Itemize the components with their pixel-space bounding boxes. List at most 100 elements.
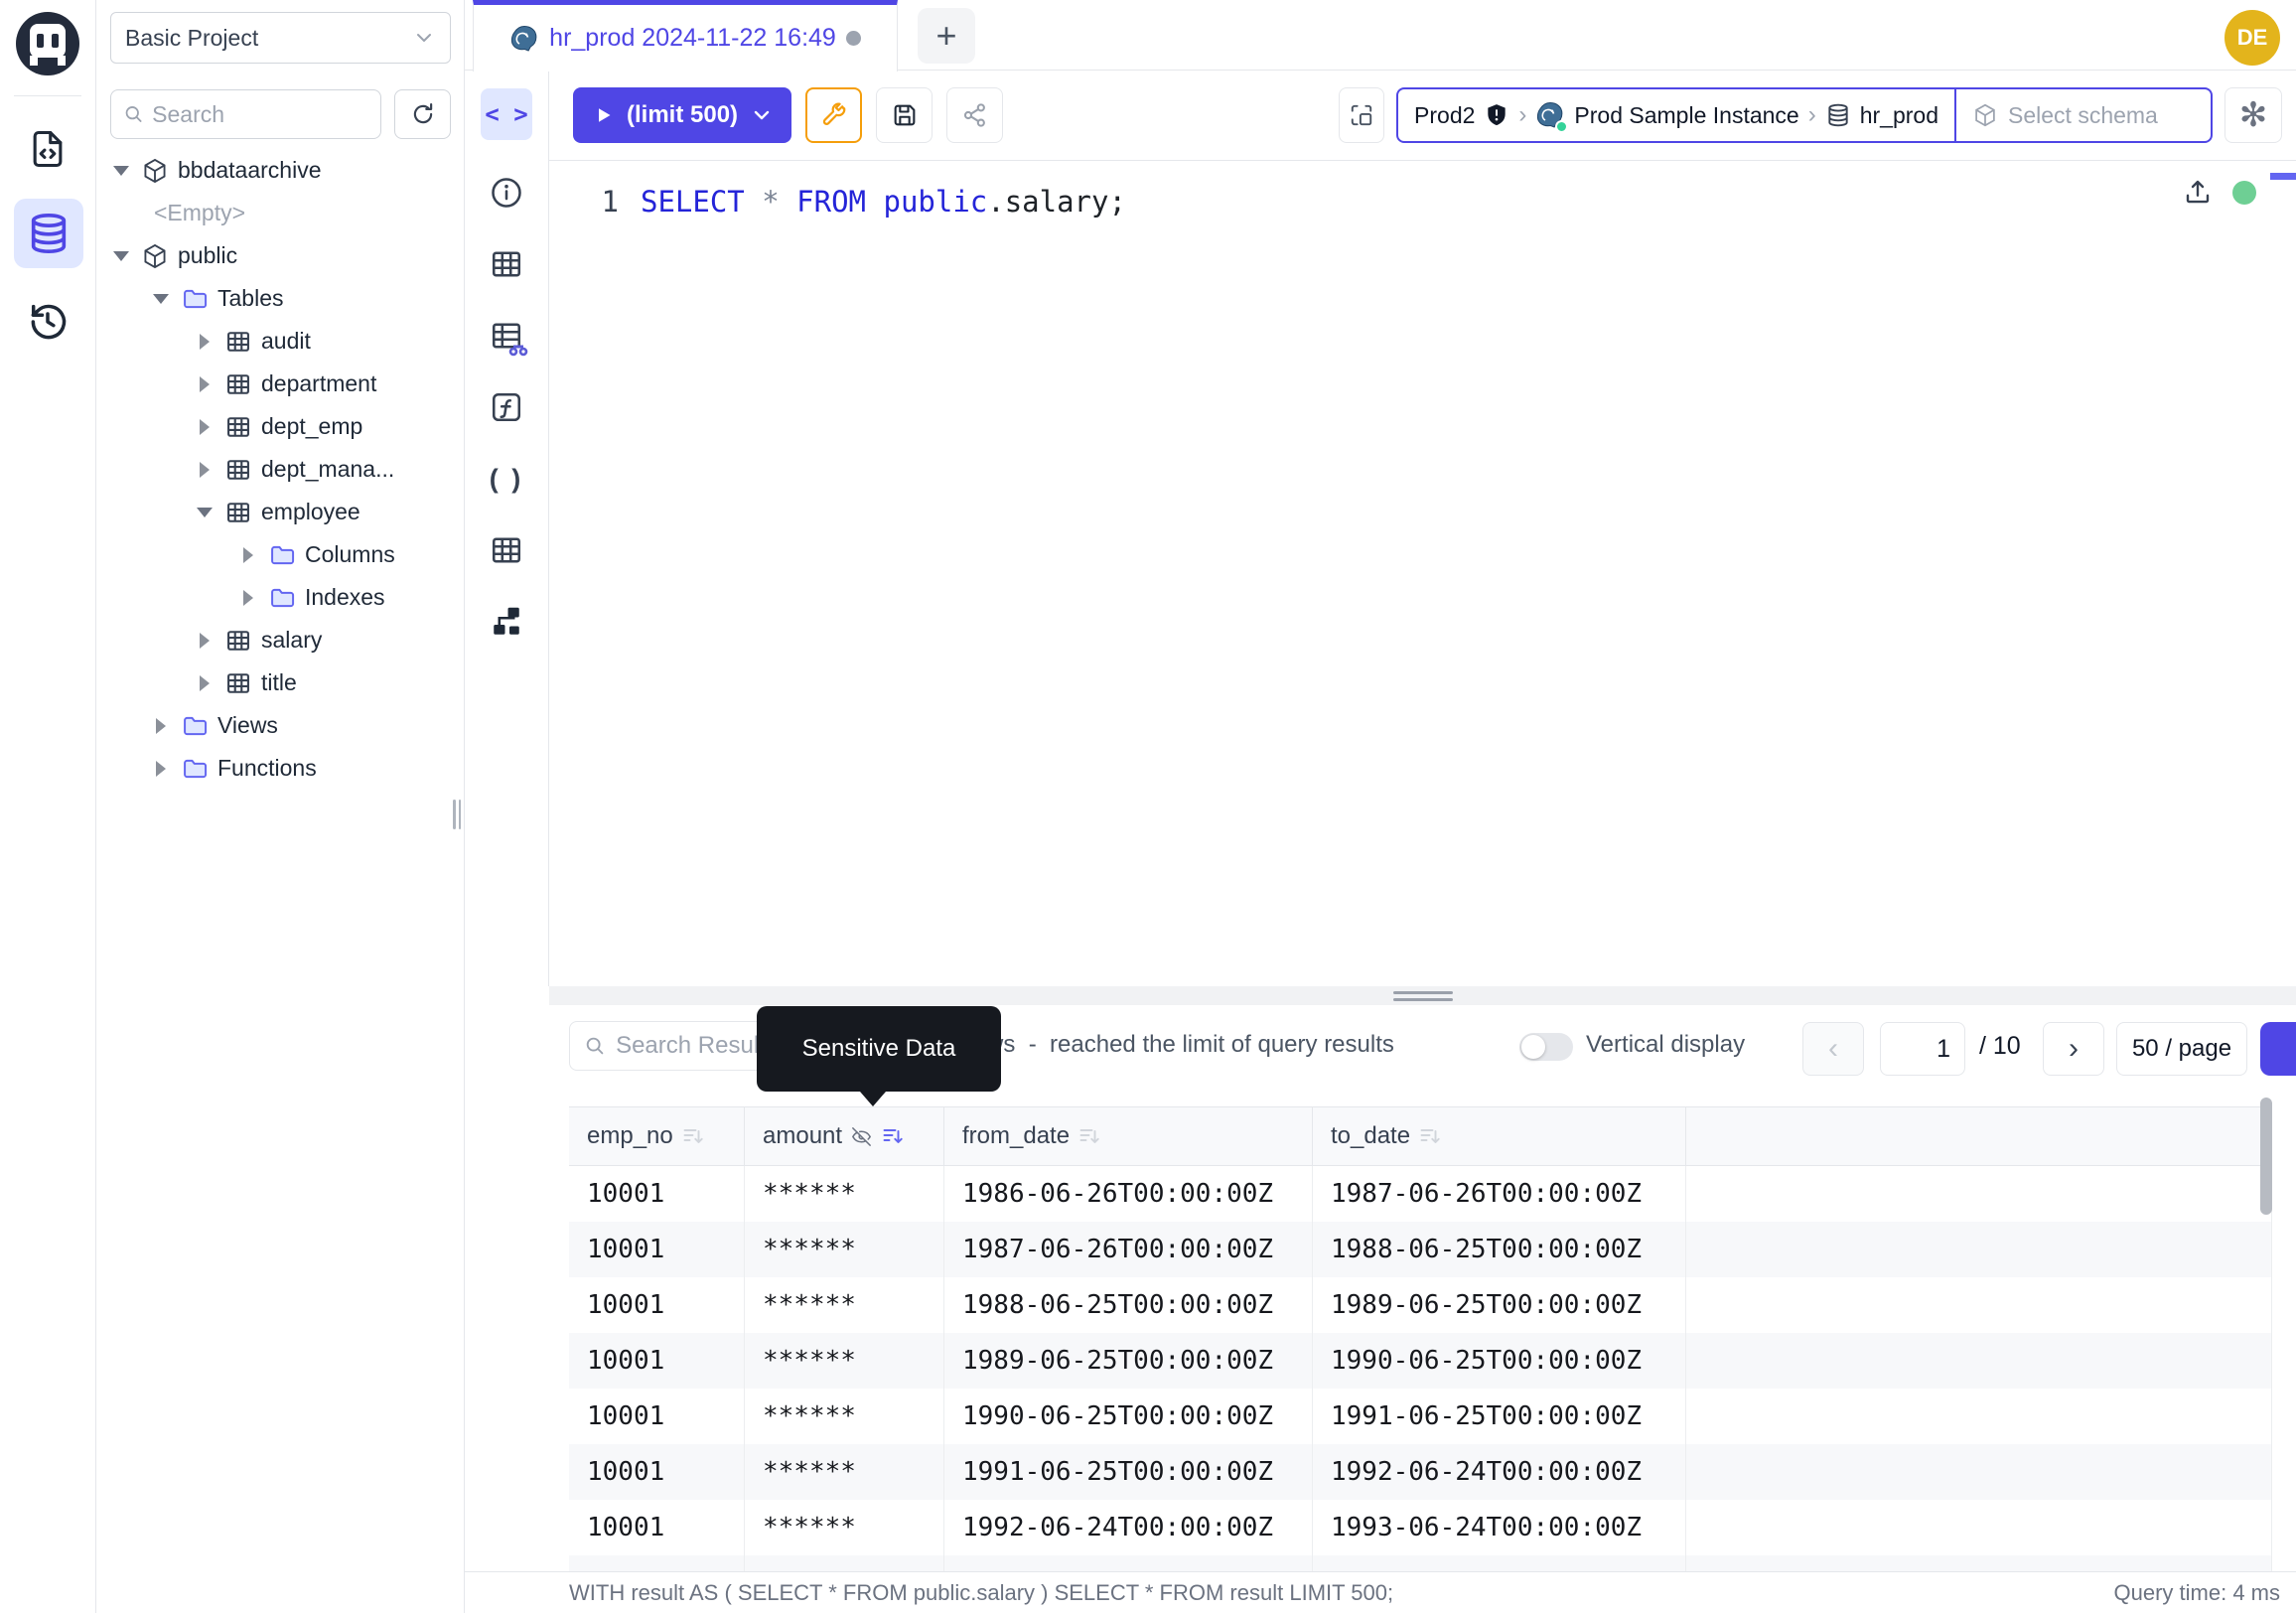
table-cell[interactable]: 1989-06-25T00:00:00Z (1313, 1277, 1686, 1333)
tree-item-views[interactable]: Views (96, 704, 464, 747)
table-cell-masked[interactable]: ****** (745, 1166, 944, 1222)
table-row[interactable]: 10001 ****** 1992-06-24T00:00:00Z 1993-0… (569, 1500, 2272, 1555)
tree-item-dept-emp[interactable]: dept_emp (96, 405, 464, 448)
sort-icon[interactable] (1077, 1124, 1101, 1148)
panel-resize-divider[interactable] (549, 986, 2296, 1005)
tree-item-title[interactable]: title (96, 661, 464, 704)
worksheet-icon[interactable] (24, 125, 72, 173)
caret-right-icon[interactable] (194, 416, 215, 438)
database-nav-active[interactable] (14, 199, 83, 268)
tree-item-department[interactable]: department (96, 363, 464, 405)
table-cell-masked[interactable]: ****** (745, 1500, 944, 1555)
table-row[interactable]: 10001 ****** 1993-06-24T00:00:00Z 1994-0… (569, 1555, 2272, 1571)
column-header-to-date[interactable]: to_date (1313, 1107, 1686, 1165)
vertical-display-toggle[interactable] (1519, 1033, 1573, 1061)
schema-diagram-panel-tab[interactable] (488, 603, 525, 641)
table-row[interactable]: 10001 ****** 1987-06-26T00:00:00Z 1988-0… (569, 1222, 2272, 1277)
page-number-input[interactable] (1880, 1022, 1965, 1076)
tree-item-public[interactable]: public (96, 234, 464, 277)
table-cell-masked[interactable]: ****** (745, 1444, 944, 1500)
external-tables-panel-tab[interactable] (488, 531, 525, 569)
table-cell[interactable]: 1988-06-25T00:00:00Z (1313, 1222, 1686, 1277)
table-cell-masked[interactable]: ****** (745, 1222, 944, 1277)
column-header-amount[interactable]: amount (745, 1107, 944, 1165)
code-line[interactable]: 1 SELECT * FROM public.salary; (549, 179, 2296, 224)
table-cell[interactable]: 1990-06-25T00:00:00Z (944, 1389, 1313, 1444)
sidebar-resize-handle[interactable] (453, 800, 461, 829)
export-button[interactable] (2260, 1022, 2296, 1076)
tables-panel-tab[interactable] (488, 245, 525, 283)
caret-right-icon[interactable] (194, 459, 215, 481)
tree-item-columns[interactable]: Columns (96, 533, 464, 576)
code-panel-tab-active[interactable]: < > (481, 88, 532, 140)
tree-item-tables[interactable]: Tables (96, 277, 464, 320)
table-row[interactable]: 10001 ****** 1988-06-25T00:00:00Z 1989-0… (569, 1277, 2272, 1333)
table-cell[interactable]: 1990-06-25T00:00:00Z (1313, 1333, 1686, 1389)
bytebase-logo-icon[interactable] (16, 12, 79, 75)
table-cell[interactable]: 1987-06-26T00:00:00Z (1313, 1166, 1686, 1222)
caret-right-icon[interactable] (194, 331, 215, 353)
caret-right-icon[interactable] (237, 587, 259, 609)
table-scrollbar[interactable] (2260, 1098, 2272, 1215)
query-options-button[interactable] (805, 87, 862, 143)
table-cell[interactable]: 10001 (569, 1166, 745, 1222)
column-header-from-date[interactable]: from_date (944, 1107, 1313, 1165)
caret-down-icon[interactable] (110, 160, 132, 182)
caret-right-icon[interactable] (194, 373, 215, 395)
table-cell-masked[interactable]: ****** (745, 1555, 944, 1571)
info-panel-tab[interactable] (488, 174, 525, 212)
table-cell[interactable]: 10001 (569, 1500, 745, 1555)
eye-off-icon[interactable] (850, 1125, 873, 1148)
table-cell[interactable]: 1988-06-25T00:00:00Z (944, 1277, 1313, 1333)
avatar[interactable]: DE (2224, 10, 2280, 66)
table-cell[interactable]: 10001 (569, 1222, 745, 1277)
tree-item-salary[interactable]: salary (96, 619, 464, 661)
sidebar-search-input[interactable] (152, 101, 368, 128)
table-row[interactable]: 10001 ****** 1989-06-25T00:00:00Z 1990-0… (569, 1333, 2272, 1389)
caret-right-icon[interactable] (194, 672, 215, 694)
caret-down-icon[interactable] (194, 502, 215, 523)
table-cell[interactable]: 1992-06-24T00:00:00Z (1313, 1444, 1686, 1500)
caret-right-icon[interactable] (150, 758, 172, 780)
table-cell[interactable]: 10001 (569, 1444, 745, 1500)
new-tab-button[interactable]: + (918, 8, 975, 64)
table-row[interactable]: 10001 ****** 1991-06-25T00:00:00Z 1992-0… (569, 1444, 2272, 1500)
table-search-panel-tab[interactable] (488, 317, 525, 355)
ai-assistant-button[interactable]: ✻ (2224, 87, 2282, 143)
table-cell[interactable]: 1994-06-24T00:00:00Z (1313, 1555, 1686, 1571)
sidebar-search[interactable] (110, 89, 381, 139)
sort-icon[interactable] (1418, 1124, 1442, 1148)
sql-editor[interactable]: 1 SELECT * FROM public.salary; (549, 161, 2296, 986)
table-cell-masked[interactable]: ****** (745, 1389, 944, 1444)
caret-right-icon[interactable] (150, 715, 172, 737)
connection-selector[interactable]: Prod2 › Prod Sample Instan (1398, 89, 1954, 141)
table-cell[interactable]: 1989-06-25T00:00:00Z (944, 1333, 1313, 1389)
sort-icon[interactable] (681, 1124, 705, 1148)
tree-item-bbdataarchive[interactable]: bbdataarchive (96, 149, 464, 192)
upload-button[interactable] (2183, 177, 2213, 207)
table-cell[interactable]: 1993-06-24T00:00:00Z (1313, 1500, 1686, 1555)
prev-page-button[interactable]: ‹ (1802, 1022, 1864, 1076)
caret-down-icon[interactable] (150, 288, 172, 310)
table-cell[interactable]: 1986-06-26T00:00:00Z (944, 1166, 1313, 1222)
table-cell[interactable]: 10001 (569, 1277, 745, 1333)
table-row[interactable]: 10001 ****** 1986-06-26T00:00:00Z 1987-0… (569, 1166, 2272, 1222)
table-cell-masked[interactable]: ****** (745, 1277, 944, 1333)
table-cell[interactable]: 10001 (569, 1555, 745, 1571)
share-button[interactable] (946, 87, 1003, 143)
caret-right-icon[interactable] (194, 630, 215, 652)
table-cell[interactable]: 1991-06-25T00:00:00Z (1313, 1389, 1686, 1444)
caret-down-icon[interactable] (110, 245, 132, 267)
history-icon[interactable] (24, 298, 72, 346)
sort-icon-active[interactable] (881, 1124, 905, 1148)
next-page-button[interactable]: › (2043, 1022, 2104, 1076)
tree-item-indexes[interactable]: Indexes (96, 576, 464, 619)
tree-item-audit[interactable]: audit (96, 320, 464, 363)
tree-item-employee[interactable]: employee (96, 491, 464, 533)
functions-panel-tab[interactable] (488, 388, 525, 426)
batch-query-button[interactable] (1339, 87, 1384, 143)
column-header-emp-no[interactable]: emp_no (569, 1107, 745, 1165)
table-cell[interactable]: 1993-06-24T00:00:00Z (944, 1555, 1313, 1571)
table-cell-masked[interactable]: ****** (745, 1333, 944, 1389)
table-cell[interactable]: 1987-06-26T00:00:00Z (944, 1222, 1313, 1277)
